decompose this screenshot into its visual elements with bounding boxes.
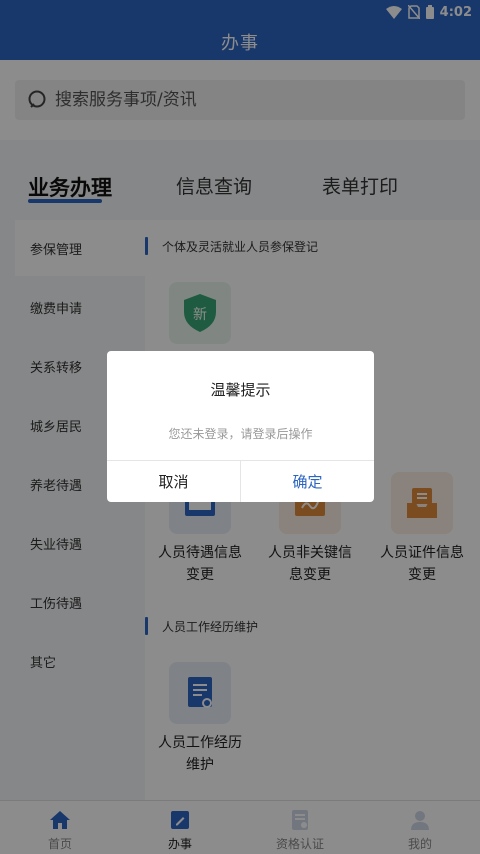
login-prompt-dialog: 温馨提示 您还未登录，请登录后操作 取消 确定 — [107, 351, 374, 502]
cancel-button[interactable]: 取消 — [107, 461, 241, 502]
dialog-actions: 取消 确定 — [107, 460, 374, 502]
confirm-button[interactable]: 确定 — [241, 461, 374, 502]
dialog-title: 温馨提示 — [210, 381, 271, 399]
dialog-message: 您还未登录，请登录后操作 — [168, 427, 313, 441]
